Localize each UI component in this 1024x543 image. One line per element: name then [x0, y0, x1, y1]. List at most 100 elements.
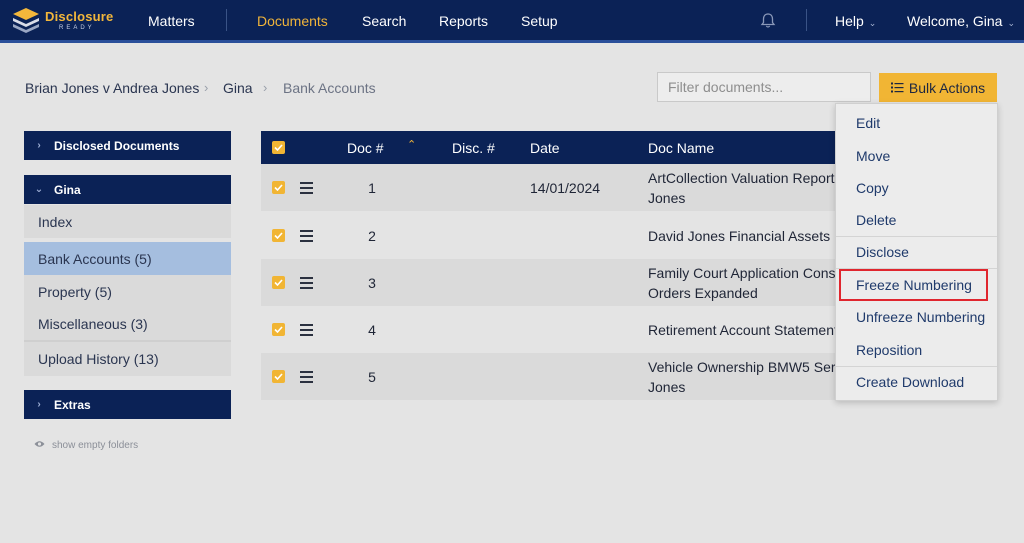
doc-name-line: Orders Expanded: [648, 285, 758, 301]
sidebar-item-index[interactable]: Index: [24, 205, 231, 238]
menu-item-copy[interactable]: Copy: [836, 173, 997, 203]
menu-item-freeze-numbering[interactable]: Freeze Numbering: [836, 270, 997, 300]
sidebar-disclosed-documents[interactable]: › Disclosed Documents: [24, 131, 231, 160]
row-checkbox[interactable]: [272, 181, 285, 194]
menu-divider: [836, 268, 997, 269]
cell-doc-name[interactable]: Retirement Account Statement: [648, 320, 848, 340]
show-empty-folders-toggle[interactable]: show empty folders: [34, 440, 138, 451]
row-checkbox[interactable]: [272, 276, 285, 289]
sidebar-section-label: Disclosed Documents: [54, 138, 180, 153]
nav-search[interactable]: Search: [362, 13, 406, 29]
sidebar-item-label: Bank Accounts (5): [38, 250, 152, 267]
menu-item-label: Delete: [856, 212, 897, 228]
select-all-checkbox[interactable]: [272, 141, 285, 154]
menu-item-reposition[interactable]: Reposition: [836, 335, 997, 365]
chevron-down-icon: ⌄: [868, 18, 877, 28]
table-row[interactable]: 5 Vehicle Ownership BMW5 Seri Jones: [261, 353, 861, 400]
sort-ascending-icon[interactable]: ⌃: [407, 138, 416, 151]
cell-doc-name[interactable]: Family Court Application Conse Orders Ex…: [648, 263, 848, 303]
sidebar-item-property[interactable]: Property (5): [24, 275, 231, 308]
nav-matters[interactable]: Matters: [148, 13, 195, 29]
cell-doc-number: 1: [368, 180, 376, 196]
chevron-down-icon: ⌄: [1007, 18, 1015, 28]
filter-documents-input[interactable]: [657, 72, 871, 102]
logo-stack-icon: [13, 8, 39, 33]
drag-handle-icon[interactable]: [300, 182, 313, 197]
cell-doc-number: 4: [368, 322, 376, 338]
sidebar-item-label: Upload History (13): [38, 351, 159, 367]
sidebar-item-label: Miscellaneous (3): [38, 315, 148, 332]
menu-item-create-download[interactable]: Create Download: [836, 367, 997, 397]
table-row[interactable]: 2 David Jones Financial Assets: [261, 211, 861, 259]
nav-help[interactable]: Help ⌄: [835, 13, 876, 29]
bell-icon[interactable]: [760, 12, 776, 34]
bulk-actions-button[interactable]: Bulk Actions: [879, 73, 997, 102]
nav-documents[interactable]: Documents: [257, 13, 328, 29]
logo-wordmark: Disclosure: [45, 9, 114, 24]
menu-item-delete[interactable]: Delete: [836, 205, 997, 235]
drag-handle-icon[interactable]: [300, 324, 313, 339]
sidebar-gina[interactable]: ⌄ Gina: [24, 175, 231, 204]
nav-reports[interactable]: Reports: [439, 13, 488, 29]
nav-divider: [226, 9, 227, 31]
nav-help-label: Help: [835, 13, 864, 29]
list-icon: [890, 80, 904, 96]
app-logo[interactable]: Disclosure READY: [11, 6, 121, 36]
table-row[interactable]: 1 14/01/2024 ArtCollection Valuation Rep…: [261, 164, 861, 211]
cell-doc-number: 3: [368, 275, 376, 291]
table-header: Doc # ⌃ Disc. # Date Doc Name: [261, 131, 861, 164]
nav-setup[interactable]: Setup: [521, 13, 558, 29]
chevron-right-icon: ›: [204, 80, 209, 95]
menu-item-label: Unfreeze Numbering: [856, 309, 986, 325]
sidebar-item-label: Index: [38, 213, 73, 230]
bulk-actions-menu: Edit Move Copy Delete Disclose Freeze Nu…: [835, 103, 998, 401]
row-checkbox[interactable]: [272, 229, 285, 242]
menu-item-edit[interactable]: Edit: [836, 108, 997, 138]
cell-doc-name[interactable]: ArtCollection Valuation Report Jones: [648, 168, 848, 208]
doc-name-line: ArtCollection Valuation Report: [648, 170, 835, 186]
menu-item-move[interactable]: Move: [836, 141, 997, 171]
chevron-down-icon: ⌄: [34, 184, 44, 195]
breadcrumb-current: Bank Accounts: [283, 80, 376, 96]
top-nav-bar: Disclosure READY Matters Documents Searc…: [0, 0, 1024, 43]
sidebar-item-upload-history[interactable]: Upload History (13): [24, 340, 231, 376]
breadcrumb-matter[interactable]: Brian Jones v Andrea Jones: [25, 80, 199, 96]
menu-item-label: Copy: [856, 180, 889, 196]
cell-doc-name[interactable]: Vehicle Ownership BMW5 Seri Jones: [648, 357, 848, 397]
table-row[interactable]: 3 Family Court Application Conse Orders …: [261, 259, 861, 306]
sidebar-extras[interactable]: › Extras: [24, 390, 231, 419]
menu-item-disclose[interactable]: Disclose: [836, 237, 997, 267]
cell-doc-name[interactable]: David Jones Financial Assets: [648, 226, 848, 246]
cell-doc-number: 5: [368, 369, 376, 385]
doc-name-line: Retirement Account Statement: [648, 322, 838, 338]
menu-item-label: Create Download: [856, 374, 965, 390]
chevron-right-icon: ›: [37, 140, 41, 151]
column-header-doc-number[interactable]: Doc #: [347, 140, 384, 156]
menu-item-label: Edit: [856, 115, 881, 131]
show-empty-folders-label: show empty folders: [52, 440, 139, 451]
user-menu[interactable]: Welcome, Gina ⌄: [907, 13, 1015, 29]
sidebar-item-bank-accounts[interactable]: Bank Accounts (5): [24, 242, 231, 275]
menu-item-label: Move: [856, 148, 891, 164]
row-checkbox[interactable]: [272, 323, 285, 336]
column-header-disc-number[interactable]: Disc. #: [452, 140, 495, 156]
column-header-date[interactable]: Date: [530, 140, 560, 156]
sidebar-item-miscellaneous[interactable]: Miscellaneous (3): [24, 307, 231, 340]
drag-handle-icon[interactable]: [300, 230, 313, 245]
table-row[interactable]: 4 Retirement Account Statement: [261, 306, 861, 353]
logo-tagline: READY: [59, 25, 95, 31]
chevron-right-icon: ›: [263, 80, 268, 95]
chevron-right-icon: ›: [37, 399, 41, 410]
breadcrumb-party[interactable]: Gina: [223, 80, 253, 96]
cell-doc-number: 2: [368, 228, 376, 244]
drag-handle-icon[interactable]: [300, 371, 313, 386]
sidebar-section-label: Gina: [54, 182, 81, 197]
column-header-doc-name[interactable]: Doc Name: [648, 140, 714, 156]
drag-handle-icon[interactable]: [300, 277, 313, 292]
cell-date: 14/01/2024: [530, 180, 601, 196]
user-welcome-label: Welcome, Gina: [907, 13, 1003, 29]
menu-item-unfreeze-numbering[interactable]: Unfreeze Numbering: [836, 302, 997, 332]
doc-name-line: David Jones Financial Assets: [648, 228, 831, 244]
doc-name-line: Vehicle Ownership BMW5 Seri: [648, 359, 839, 375]
row-checkbox[interactable]: [272, 370, 285, 383]
